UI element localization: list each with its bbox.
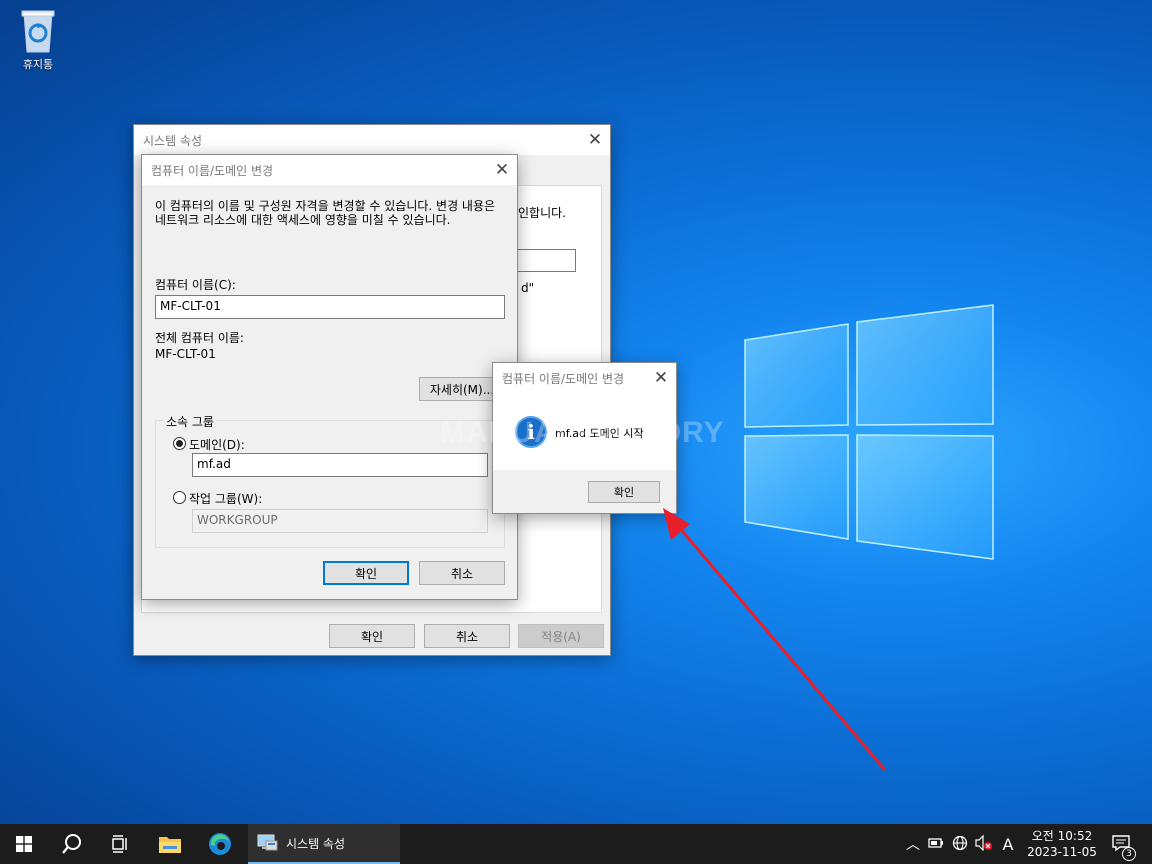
search-button[interactable] bbox=[48, 824, 96, 864]
task-view-icon bbox=[112, 835, 127, 853]
network-globe-icon[interactable] bbox=[948, 835, 972, 854]
windows-start-icon bbox=[16, 836, 32, 852]
start-button[interactable] bbox=[0, 824, 48, 864]
computer-icon bbox=[257, 834, 278, 851]
file-explorer-button[interactable] bbox=[146, 824, 194, 864]
taskbar-app-label: 시스템 속성 bbox=[286, 836, 346, 851]
input-method-indicator[interactable]: A bbox=[996, 835, 1020, 854]
action-center-button[interactable]: 3 bbox=[1104, 834, 1138, 861]
annotation-arrow bbox=[663, 508, 887, 771]
notification-count-badge: 3 bbox=[1122, 846, 1136, 861]
edge-button[interactable] bbox=[196, 824, 244, 864]
volume-muted-icon[interactable] bbox=[972, 834, 996, 854]
battery-icon[interactable] bbox=[924, 837, 948, 852]
clock-date: 2023-11-05 bbox=[1027, 845, 1097, 859]
search-icon bbox=[62, 834, 81, 854]
folder-icon bbox=[159, 837, 181, 853]
edge-icon bbox=[209, 833, 231, 855]
task-view-button[interactable] bbox=[96, 824, 144, 864]
clock[interactable]: 오전 10:52 2023-11-05 bbox=[1020, 828, 1104, 860]
taskbar-app-system-properties[interactable]: 시스템 속성 bbox=[248, 824, 400, 864]
taskbar: 시스템 속성 ︿ A 오전 10:52 2023-11-05 3 bbox=[0, 824, 1152, 864]
clock-time: 오전 10:52 bbox=[1031, 829, 1093, 843]
show-hidden-icons-icon[interactable]: ︿ bbox=[902, 834, 924, 854]
